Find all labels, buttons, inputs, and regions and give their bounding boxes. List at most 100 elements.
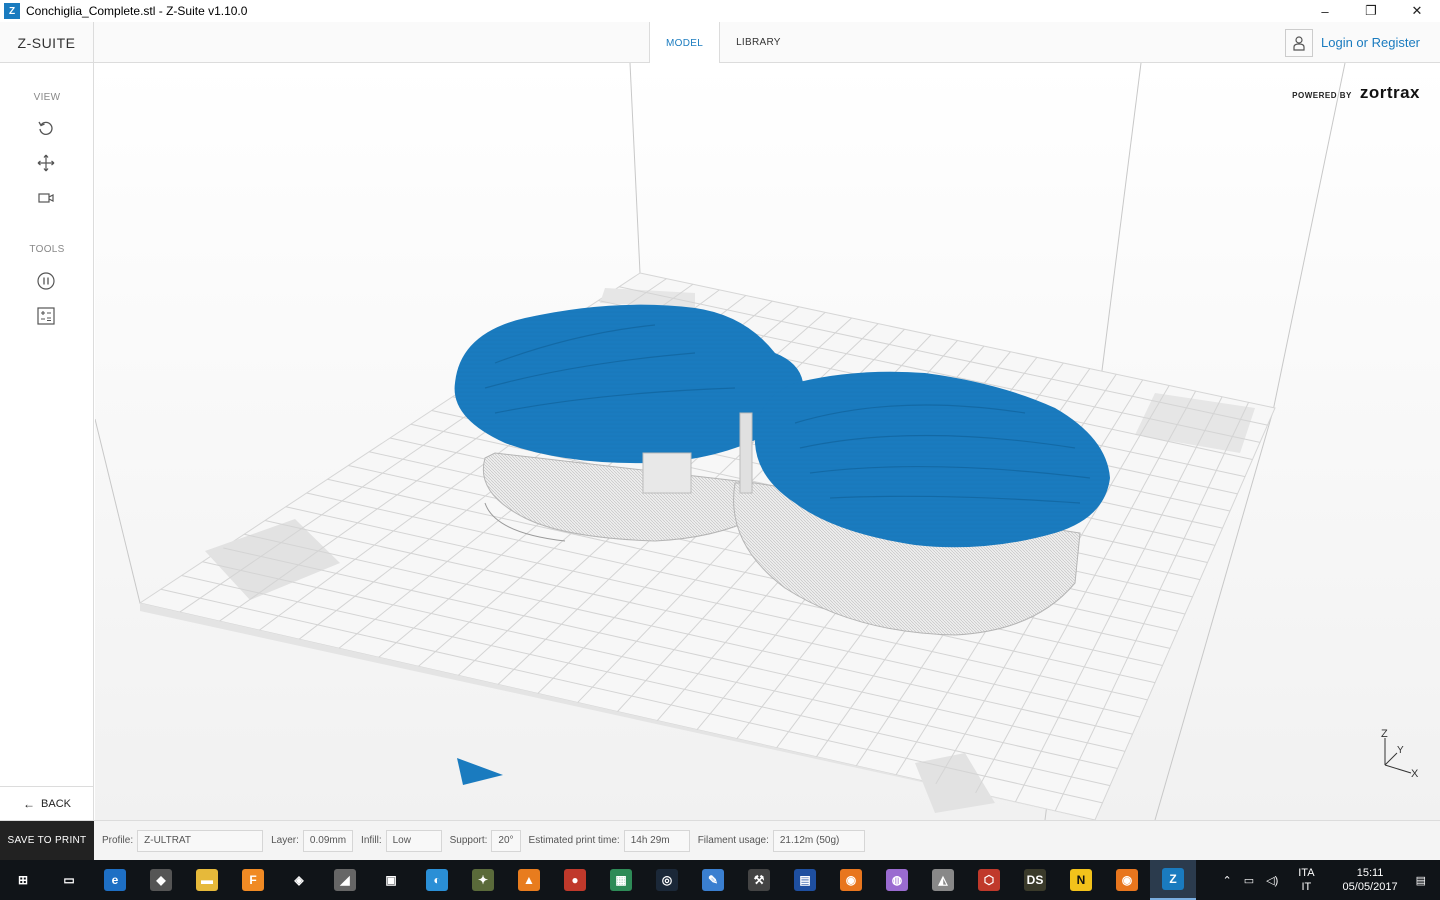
windows-taskbar: ⊞ ▭ e ◆ ▬ F ◈ ◢ ▣ ◐ ✦ ▲ ● ▦ ◎ ✎ ⚒ ▤ ◉ ◍ ◭ ⬡ DS N ◉ Z ⌃ ▭ ◁) ITA I… bbox=[0, 860, 1440, 900]
taskbar-item[interactable]: ▭ bbox=[46, 860, 92, 900]
language-indicator[interactable]: ITA IT bbox=[1298, 866, 1314, 894]
filament-field: Filament usage: 21.12m (50g) bbox=[697, 829, 865, 852]
taskbar-item[interactable]: ◍ bbox=[874, 860, 920, 900]
taskbar-item[interactable]: ▲ bbox=[506, 860, 552, 900]
steam-icon: ◎ bbox=[656, 869, 678, 891]
window-title: Conchiglia_Complete.stl - Z-Suite v1.10.… bbox=[26, 4, 248, 18]
support-field: Support: 20° bbox=[449, 829, 521, 852]
login-area: Login or Register bbox=[1285, 22, 1440, 63]
taskbar-item[interactable]: N bbox=[1058, 860, 1104, 900]
window-titlebar: Z Conchiglia_Complete.stl - Z-Suite v1.1… bbox=[0, 0, 1440, 22]
taskbar-item[interactable]: ◎ bbox=[644, 860, 690, 900]
camera-icon[interactable] bbox=[36, 188, 56, 208]
restore-button[interactable]: ❐ bbox=[1348, 0, 1394, 22]
ds-icon: DS bbox=[1024, 869, 1046, 891]
taskbar-item[interactable]: F bbox=[230, 860, 276, 900]
blender-icon: ◉ bbox=[840, 869, 862, 891]
taskbar-item[interactable]: DS bbox=[1012, 860, 1058, 900]
main-tabs: MODEL LIBRARY bbox=[649, 22, 797, 64]
taskbar-item[interactable]: ▣ bbox=[368, 860, 414, 900]
taskbar-item[interactable]: ◉ bbox=[1104, 860, 1150, 900]
app-icon: ● bbox=[564, 869, 586, 891]
print-settings-bar: SAVE TO PRINT Profile: Z-ULTRAT Layer: 0… bbox=[0, 820, 1440, 861]
clock[interactable]: 15:11 05/05/2017 bbox=[1343, 866, 1398, 894]
system-tray: ⌃ ▭ ◁) ITA IT 15:11 05/05/2017 ▤ bbox=[1216, 860, 1440, 900]
volume-icon[interactable]: ◁) bbox=[1266, 874, 1278, 887]
taskbar-item[interactable]: ✦ bbox=[460, 860, 506, 900]
taskbar-item[interactable]: ⬡ bbox=[966, 860, 1012, 900]
app-icon: ✦ bbox=[472, 869, 494, 891]
tray-chevron-icon[interactable]: ⌃ bbox=[1222, 874, 1231, 887]
close-button[interactable]: ✕ bbox=[1394, 0, 1440, 22]
app-icon: ▦ bbox=[610, 869, 632, 891]
back-label: BACK bbox=[41, 797, 71, 810]
task-view-icon: ▭ bbox=[58, 869, 80, 891]
taskbar-item[interactable]: ◈ bbox=[276, 860, 322, 900]
login-register-link[interactable]: Login or Register bbox=[1321, 35, 1420, 50]
taskbar-item[interactable]: e bbox=[92, 860, 138, 900]
explorer-icon: ▬ bbox=[196, 869, 218, 891]
taskbar-item[interactable]: ▤ bbox=[782, 860, 828, 900]
taskbar-item[interactable]: ◆ bbox=[138, 860, 184, 900]
app-icon: ◐ bbox=[426, 869, 448, 891]
infill-value[interactable]: Low bbox=[385, 829, 442, 852]
taskbar-item[interactable]: ● bbox=[552, 860, 598, 900]
filament-value: 21.12m (50g) bbox=[772, 829, 865, 852]
taskbar-item[interactable]: ◉ bbox=[828, 860, 874, 900]
tab-library[interactable]: LIBRARY bbox=[720, 22, 797, 63]
blender-icon: ◉ bbox=[1116, 869, 1138, 891]
start-icon: ⊞ bbox=[12, 869, 34, 891]
axis-z-label: Z bbox=[1381, 728, 1388, 740]
support-value[interactable]: 20° bbox=[491, 829, 521, 852]
minimize-button[interactable]: – bbox=[1302, 0, 1348, 22]
paint-icon: ✎ bbox=[702, 869, 724, 891]
unity-icon: ◈ bbox=[288, 869, 310, 891]
taskbar-item[interactable]: ▦ bbox=[598, 860, 644, 900]
build-volume-scene: Z Y X bbox=[95, 63, 1440, 820]
pause-icon[interactable] bbox=[36, 271, 56, 291]
app-icon: ◭ bbox=[932, 869, 954, 891]
layer-value[interactable]: 0.09mm bbox=[302, 829, 354, 852]
print-time-value: 14h 29m bbox=[623, 829, 690, 852]
layer-label: Layer: bbox=[271, 835, 299, 846]
taskbar-item[interactable]: ✎ bbox=[690, 860, 736, 900]
app-icon: ⬡ bbox=[978, 869, 1000, 891]
filament-label: Filament usage: bbox=[697, 835, 769, 846]
taskbar-item[interactable]: ◢ bbox=[322, 860, 368, 900]
taskbar-item[interactable]: ⊞ bbox=[0, 860, 46, 900]
tools-section-label: TOOLS bbox=[29, 244, 65, 255]
lang-bottom: IT bbox=[1301, 881, 1312, 893]
taskbar-item[interactable]: ◐ bbox=[414, 860, 460, 900]
profile-value[interactable]: Z-ULTRAT bbox=[137, 829, 264, 852]
profile-label: Profile: bbox=[102, 835, 134, 846]
axis-x-label: X bbox=[1411, 768, 1419, 780]
taskbar-item[interactable]: ⚒ bbox=[736, 860, 782, 900]
infill-field: Infill: Low bbox=[361, 829, 442, 852]
move-icon[interactable] bbox=[36, 153, 56, 173]
app-icon: ◍ bbox=[886, 869, 908, 891]
back-arrow-icon: ← bbox=[23, 796, 36, 811]
n-icon: N bbox=[1070, 869, 1092, 891]
network-icon[interactable]: ▭ bbox=[1244, 874, 1254, 887]
profile-field: Profile: Z-ULTRAT bbox=[102, 829, 264, 852]
print-time-label: Estimated print time: bbox=[528, 835, 620, 846]
rotate-icon[interactable] bbox=[36, 118, 56, 138]
powered-by-label: POWERED BY bbox=[1292, 91, 1352, 100]
zsuite-icon: Z bbox=[1162, 868, 1184, 890]
back-button[interactable]: ← BACK bbox=[0, 786, 94, 820]
support-label: Support: bbox=[449, 835, 488, 846]
taskbar-item[interactable]: ◭ bbox=[920, 860, 966, 900]
taskbar-item[interactable]: ▬ bbox=[184, 860, 230, 900]
app-icon: ◢ bbox=[334, 869, 356, 891]
user-icon[interactable] bbox=[1285, 28, 1313, 57]
calculator-icon[interactable] bbox=[36, 306, 56, 326]
left-sidebar: VIEW TOOLS ← BACK bbox=[0, 63, 94, 820]
save-to-print-button[interactable]: SAVE TO PRINT bbox=[0, 820, 94, 861]
app-badge-icon: Z bbox=[4, 3, 20, 19]
app-topbar: Z-SUITE MODEL LIBRARY Login or Register bbox=[0, 22, 1440, 64]
tab-model[interactable]: MODEL bbox=[649, 22, 721, 64]
model-viewport[interactable]: Z Y X POWERED BY zortrax bbox=[95, 63, 1440, 820]
notifications-icon[interactable]: ▤ bbox=[1416, 874, 1426, 887]
taskbar-item[interactable]: Z bbox=[1150, 860, 1196, 900]
window-controls: – ❐ ✕ bbox=[1302, 0, 1440, 22]
